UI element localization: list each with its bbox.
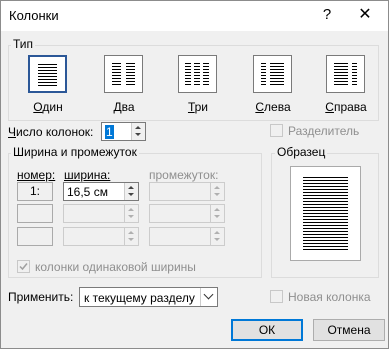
preset-right-icon xyxy=(326,55,365,93)
spin-up-icon xyxy=(128,231,134,234)
spin-down-icon xyxy=(128,238,134,241)
columns-dialog: Колонки ? ✕ Тип Один Два Три Слева Справ… xyxy=(0,0,389,349)
column-number-2 xyxy=(17,204,53,223)
column-number-3 xyxy=(17,227,53,246)
apply-select-value: к текущему разделу xyxy=(84,291,195,305)
preview-lines-icon xyxy=(303,177,348,250)
spin-down-icon xyxy=(214,238,220,241)
num-columns-value[interactable]: 1 xyxy=(105,125,114,139)
num-columns-spinner[interactable]: 1 xyxy=(101,122,146,141)
preset-left-label: Слева xyxy=(255,100,291,114)
column-width-3-spin xyxy=(124,228,138,245)
preset-two-label: Два xyxy=(113,100,135,114)
cancel-button[interactable]: Отмена xyxy=(313,319,385,341)
column-width-1-value[interactable]: 16,5 см xyxy=(67,185,108,199)
number-header: номер: xyxy=(17,168,56,182)
column-spacing-2-spin xyxy=(210,205,224,222)
width-header: ширина: xyxy=(64,168,111,182)
spin-up-icon xyxy=(214,208,220,211)
preset-one-icon xyxy=(28,55,67,93)
preset-three-label: Три xyxy=(187,100,209,114)
preset-left[interactable]: Слева xyxy=(242,53,304,117)
apply-select[interactable]: к текущему разделу xyxy=(79,287,218,307)
help-button[interactable]: ? xyxy=(319,4,335,26)
spin-up-icon[interactable] xyxy=(128,186,134,189)
equal-width-label: колонки одинаковой ширины xyxy=(35,260,196,274)
spin-down-icon xyxy=(128,215,134,218)
spin-up-icon xyxy=(128,208,134,211)
spin-up-icon xyxy=(214,231,220,234)
preset-right[interactable]: Справа xyxy=(315,53,377,117)
spin-down-icon xyxy=(214,215,220,218)
preset-three[interactable]: Три xyxy=(167,53,229,117)
column-spacing-1 xyxy=(149,182,225,201)
spin-up-icon[interactable] xyxy=(135,126,141,129)
num-columns-spin-buttons[interactable] xyxy=(131,123,145,140)
equal-width-checkbox[interactable] xyxy=(17,260,30,273)
spin-down-icon[interactable] xyxy=(135,133,141,136)
column-spacing-2 xyxy=(149,204,225,223)
column-width-3 xyxy=(63,227,139,246)
type-group-label: Тип xyxy=(11,37,36,51)
ok-button[interactable]: ОК xyxy=(231,319,303,341)
spin-up-icon xyxy=(214,186,220,189)
separator-checkbox[interactable] xyxy=(270,124,283,137)
preview-label: Образец xyxy=(275,145,328,159)
column-number-1: 1: xyxy=(17,182,53,201)
column-width-1-spin[interactable] xyxy=(124,183,138,200)
spin-down-icon[interactable] xyxy=(128,193,134,196)
column-width-2-spin xyxy=(124,205,138,222)
preset-left-icon xyxy=(253,55,292,93)
column-width-2 xyxy=(63,204,139,223)
width-group-label: Ширина и промежуток xyxy=(11,145,139,159)
preset-three-icon xyxy=(178,55,217,93)
spacing-header: промежуток: xyxy=(149,168,219,182)
spin-down-icon xyxy=(214,193,220,196)
preset-right-label: Справа xyxy=(325,100,367,114)
apply-label: Применить: xyxy=(8,290,74,304)
check-icon xyxy=(19,263,28,271)
column-width-1[interactable]: 16,5 см xyxy=(63,182,139,201)
preset-two[interactable]: Два xyxy=(93,53,155,117)
column-spacing-3-spin xyxy=(210,228,224,245)
apply-select-arrow[interactable] xyxy=(200,288,217,306)
num-columns-label: Число колонок: xyxy=(8,125,94,139)
column-spacing-3 xyxy=(149,227,225,246)
column-spacing-1-spin xyxy=(210,183,224,200)
title-bar: Колонки ? ✕ xyxy=(1,1,388,31)
chevron-down-icon xyxy=(203,289,214,300)
new-column-checkbox[interactable] xyxy=(270,290,283,303)
separator-label: Разделитель xyxy=(288,124,360,138)
preset-one[interactable]: Один xyxy=(17,53,79,117)
new-column-label: Новая колонка xyxy=(288,290,371,304)
preset-two-icon xyxy=(104,55,143,93)
close-button[interactable]: ✕ xyxy=(350,4,380,26)
dialog-title: Колонки xyxy=(9,8,59,23)
preset-one-label: Один xyxy=(33,100,63,114)
preview-page xyxy=(290,166,361,261)
